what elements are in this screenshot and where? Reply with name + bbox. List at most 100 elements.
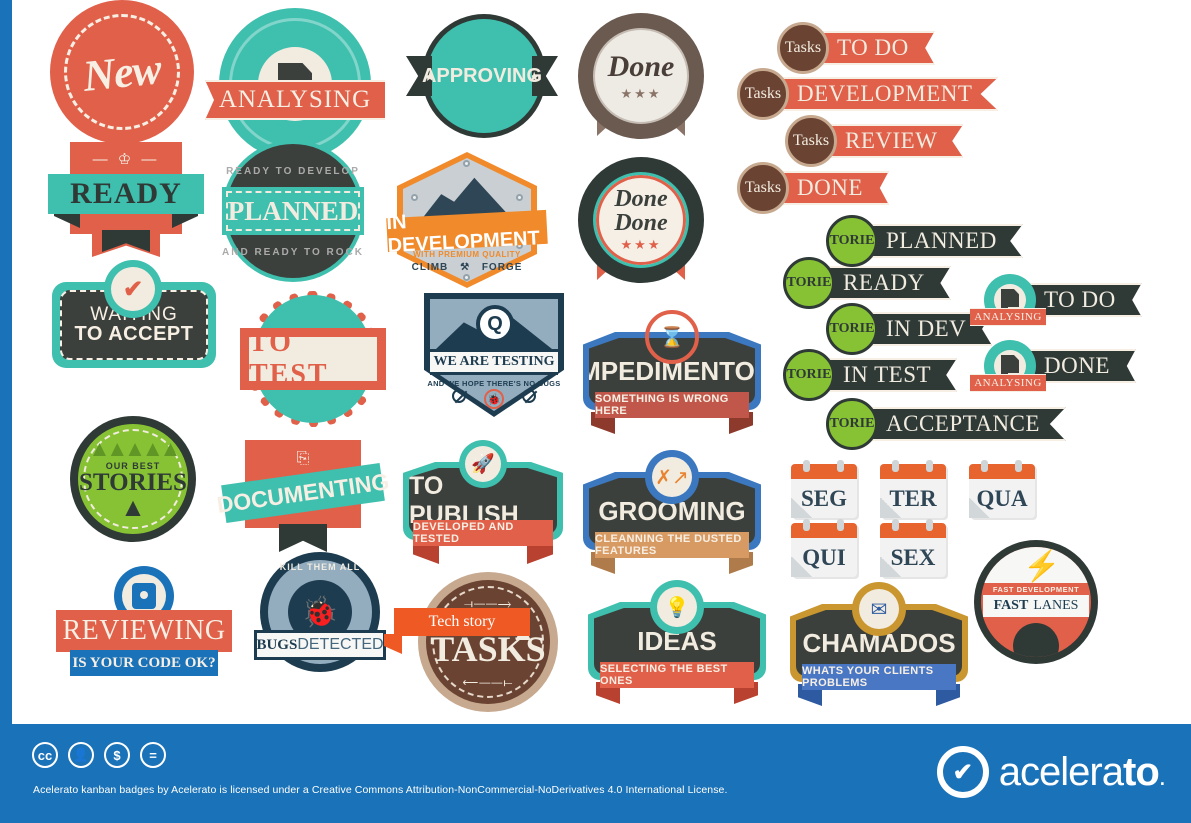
check-icon: ✔: [104, 260, 162, 318]
calendar-qua[interactable]: QUA: [969, 460, 1035, 518]
cc-nc-icon: $: [104, 742, 130, 768]
badge-fast-lanes-label-light: LANES: [1033, 598, 1079, 613]
stories-word: STORIES: [786, 367, 832, 382]
badge-planned-top: READY TO DEVELOP: [226, 166, 360, 177]
rocket-icon: ▲: [120, 492, 146, 522]
cc-nd-icon: =: [140, 742, 166, 768]
ribbon-stories-in-dev[interactable]: STORIES IN DEV: [826, 303, 993, 355]
strategy-icon: ✗↗: [645, 450, 699, 504]
ribbon-label: ACCEPTANCE: [886, 411, 1040, 436]
badge-done-done-line1: Done: [614, 186, 668, 212]
badge-ideas-sub: SELECTING THE BEST ONES: [600, 663, 728, 687]
badge-done-done[interactable]: Done Done ★★★: [583, 162, 699, 298]
pine-tree-icon: ▲▲▲▲▲: [88, 436, 182, 461]
badge-impedimentos[interactable]: IMPEDIMENTOS ⌛ SOMETHING IS WRONG HERE: [583, 310, 761, 440]
badge-reviewing[interactable]: REVIEWING IS YOUR CODE OK?: [56, 566, 232, 676]
license-text: Acelerato kanban badges by Acelerato is …: [33, 784, 728, 796]
ribbon-stories-ready[interactable]: STORIES READY: [783, 257, 951, 309]
badge-waiting-to-accept[interactable]: WAITING TO ACCEPT ✔: [52, 260, 216, 372]
calendar-qui[interactable]: QUI: [791, 519, 857, 577]
badge-fast-lanes[interactable]: ⚡ FAST DEVELOPMENT FAST LANES: [974, 540, 1098, 664]
analysing-tag: ANALYSING: [974, 377, 1042, 389]
logo-text-b: to: [1123, 749, 1160, 794]
badge-planned-label: PLANNED: [227, 195, 359, 226]
badge-documenting-label: DOCUMENTING: [215, 467, 391, 518]
badge-new[interactable]: New: [50, 0, 194, 144]
badge-bugs-detected[interactable]: KILL THEM ALL 🐞 BUGS DETECTED: [252, 552, 388, 676]
calendar-seg[interactable]: SEG: [791, 460, 857, 518]
badge-documenting[interactable]: ⎘ DOCUMENTING: [215, 440, 391, 552]
badge-bugs-label-bold: BUGS: [256, 636, 298, 653]
cc-icon: cc: [32, 742, 58, 768]
badge-in-development[interactable]: IN DEVELOPMENT WITH PREMIUM QUALITY CLIM…: [386, 152, 548, 288]
badge-analysing-label: ANALYSING: [218, 86, 372, 113]
badge-done-done-line2: Done: [614, 210, 668, 236]
badge-approving-label: APPROVING: [421, 64, 543, 87]
ribbon-tasks-development[interactable]: Tasks DEVELOPMENT: [737, 68, 999, 120]
badge-done-label: Done: [607, 50, 675, 83]
crown-icon: — ♔ —: [92, 151, 160, 168]
badge-in-development-left: CLIMB: [411, 262, 449, 273]
ribbon-label: DONE: [1044, 353, 1110, 378]
badge-fast-lanes-label-bold: FAST: [993, 598, 1029, 613]
analysing-tag: ANALYSING: [974, 311, 1042, 323]
badge-we-are-testing[interactable]: Q WE ARE TESTING AND WE HOPE THERE'S NO …: [424, 293, 564, 417]
logo-text-a: acelera: [998, 749, 1124, 794]
badge-waiting-line2: TO ACCEPT: [74, 323, 194, 345]
ribbon-label: TO DO: [1044, 287, 1116, 312]
badge-chamados-sub: WHATS YOUR CLIENTS PROBLEMS: [802, 665, 934, 689]
ribbon-stories-acceptance[interactable]: STORIES ACCEPTANCE: [826, 398, 1066, 450]
badge-chamados[interactable]: CHAMADOS ✉ WHATS YOUR CLIENTS PROBLEMS: [790, 582, 968, 712]
badge-approving[interactable]: ★ ★ APPROVING: [406, 14, 558, 162]
tasks-word: Tasks: [792, 132, 830, 149]
no-symbol-icon: [522, 389, 536, 403]
ribbon-analysing-done[interactable]: ANALYSING DONE: [970, 340, 1136, 392]
ribbon-tasks-to-do[interactable]: Tasks TO DO: [777, 22, 935, 74]
badge-ready-label: READY: [70, 177, 182, 210]
badge-analysing[interactable]: ANALYSING: [205, 8, 385, 160]
ribbon-label: DEVELOPMENT: [797, 81, 973, 106]
ribbon-tasks-review[interactable]: Tasks REVIEW: [785, 115, 964, 167]
badge-to-publish[interactable]: TO PUBLISH 🚀 DEVELOPED AND TESTED: [403, 440, 563, 568]
calendar-sex[interactable]: SEX: [880, 519, 946, 577]
badge-our-best-stories[interactable]: ▲▲▲▲▲ OUR BEST STORIES ▲: [70, 416, 196, 542]
badge-reviewing-sub: IS YOUR CODE OK?: [72, 654, 216, 671]
magnifier-icon: Q: [476, 305, 514, 343]
badge-reviewing-label: REVIEWING: [62, 615, 226, 646]
bolt-icon: ⚡: [1023, 550, 1061, 583]
tasks-word: Tasks: [744, 179, 782, 196]
rocket-icon: 🚀: [459, 440, 507, 488]
ribbon-tasks-done[interactable]: Tasks DONE: [737, 162, 889, 214]
badge-done-done-stars: ★★★: [620, 237, 662, 252]
ribbon-stories-in-test[interactable]: STORIES IN TEST: [783, 349, 958, 401]
tasks-word: Tasks: [744, 85, 782, 102]
badge-fast-lanes-sub: FAST DEVELOPMENT: [992, 585, 1080, 594]
check-circle-icon: ✔: [936, 746, 989, 798]
badge-to-test[interactable]: TO TEST: [240, 291, 386, 427]
badge-tasks-circle[interactable]: ⟞——⟶ ▲ TASKS ⟵——⟝ Tech story: [384, 572, 558, 712]
stories-word: STORIES: [829, 416, 875, 431]
badge-in-development-right: FORGE: [481, 262, 523, 273]
badge-bugs-top: KILL THEM ALL: [279, 562, 361, 572]
badge-grooming[interactable]: GROOMING ✗↗ CLEANNING THE DUSTED FEATURE…: [583, 450, 761, 580]
logo-dot: .: [1158, 760, 1166, 791]
badge-ready[interactable]: — ♔ — READY: [46, 142, 206, 257]
badge-ideas[interactable]: IDEAS 💡 SELECTING THE BEST ONES: [588, 580, 766, 710]
badge-planned-bottom: AND READY TO ROCK: [222, 247, 364, 258]
badge-planned[interactable]: READY TO DEVELOP PLANNED AND READY TO RO…: [222, 140, 364, 282]
tasks-word: Tasks: [784, 39, 822, 56]
stories-word: STORIES: [786, 275, 832, 290]
cc-by-icon: 👤: [68, 742, 94, 768]
hammers-icon: ⚒: [460, 262, 471, 273]
ribbon-analysing-to-do[interactable]: ANALYSING TO DO: [970, 274, 1142, 326]
ribbon-label: PLANNED: [886, 228, 997, 253]
badge-bugs-label-light: DETECTED: [297, 636, 384, 653]
notes-icon: ⎘: [296, 450, 310, 467]
badge-done[interactable]: Done ★★★: [583, 18, 699, 154]
calendar-ter[interactable]: TER: [880, 460, 946, 518]
badge-new-label: New: [80, 43, 164, 101]
badge-we-are-testing-label: WE ARE TESTING: [433, 354, 555, 369]
speedometer-icon: [1013, 623, 1059, 657]
stories-word: STORIES: [829, 233, 875, 248]
ribbon-label: REVIEW: [845, 128, 938, 153]
